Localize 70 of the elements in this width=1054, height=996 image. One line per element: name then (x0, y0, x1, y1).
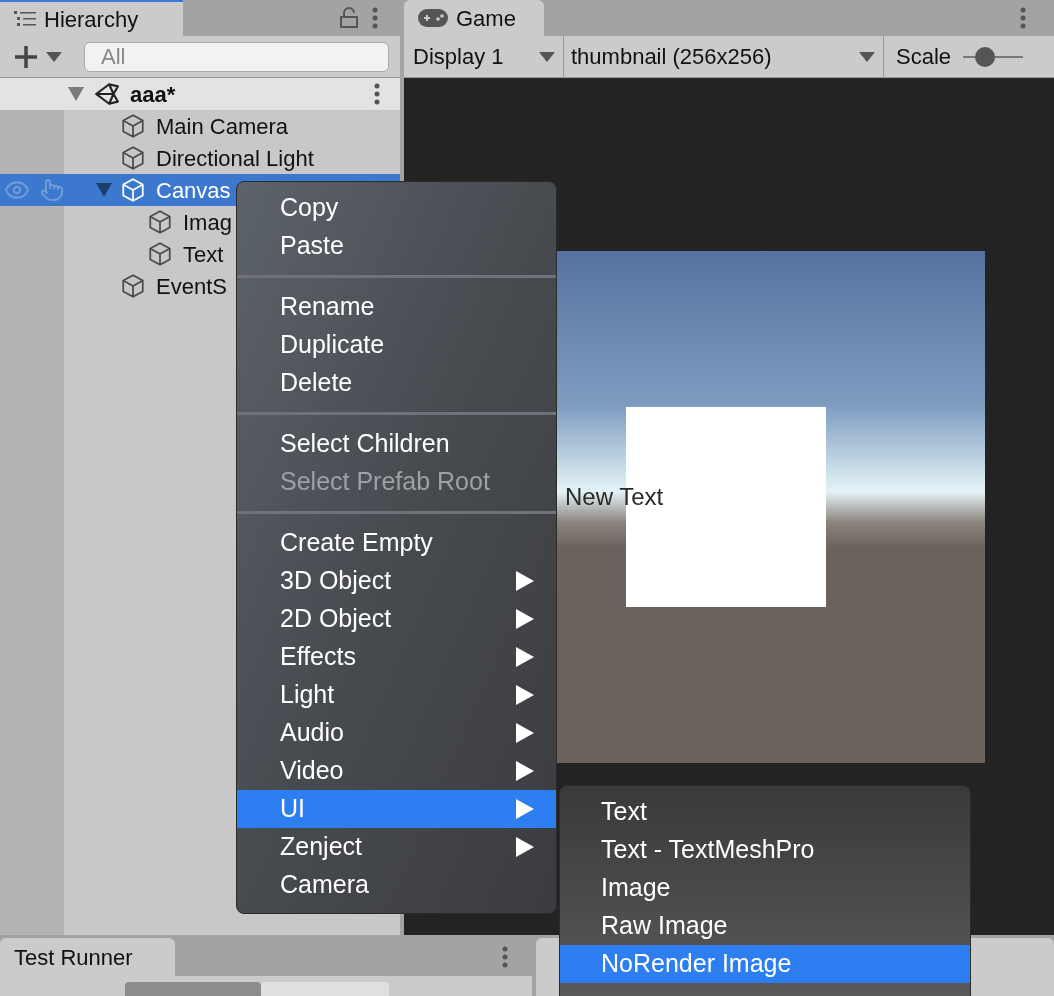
menu-item[interactable]: Paste (237, 227, 556, 265)
more-icon[interactable] (372, 7, 378, 29)
unity-logo-icon (94, 81, 120, 107)
cube-icon (120, 273, 146, 299)
hierarchy-item-label: Main Camera (156, 112, 289, 141)
plus-icon[interactable] (14, 44, 38, 69)
cube-icon (147, 209, 173, 235)
submenu-arrow-icon (516, 571, 534, 591)
menu-item[interactable]: Raw Image (560, 907, 970, 945)
submenu-arrow-icon (516, 761, 534, 781)
menu-item[interactable]: UI (237, 790, 556, 828)
cube-icon (120, 113, 146, 139)
display-dropdown[interactable]: Display 1 (404, 36, 564, 77)
gamepad-icon (418, 9, 448, 27)
hierarchy-tab[interactable]: Hierarchy (0, 0, 183, 36)
lock-icon[interactable] (340, 7, 358, 29)
expand-arrow-icon[interactable] (96, 183, 112, 197)
menu-item[interactable]: NoRender Image (560, 945, 970, 983)
hierarchy-item-label: EventS (156, 272, 227, 301)
hierarchy-row[interactable]: Main Camera (0, 110, 400, 142)
resolution-dropdown[interactable]: thumbnail (256x256) (564, 36, 884, 77)
menu-item[interactable]: Duplicate (237, 326, 556, 364)
menu-item[interactable]: Audio (237, 714, 556, 752)
cube-icon (147, 241, 173, 267)
submenu-arrow-icon (516, 837, 534, 857)
submenu-arrow-icon (516, 799, 534, 819)
cube-icon (120, 145, 146, 171)
scene-row[interactable]: aaa* (0, 78, 400, 110)
dropdown-caret-icon (46, 51, 62, 62)
toggle-button[interactable] (261, 982, 389, 996)
menu-item[interactable]: Text - TextMeshPro (560, 831, 970, 869)
hierarchy-row[interactable]: Directional Light (0, 142, 400, 174)
menu-item[interactable]: Create Empty (237, 524, 556, 562)
menu-item[interactable]: Rename (237, 288, 556, 326)
slider-thumb[interactable] (975, 46, 996, 67)
scene-name: aaa* (130, 80, 176, 109)
cube-icon (120, 177, 146, 203)
hierarchy-item-label: Directional Light (156, 144, 314, 173)
dropdown-caret-icon (539, 51, 555, 62)
dropdown-caret-icon (859, 51, 875, 62)
more-icon[interactable] (1020, 7, 1026, 29)
menu-item[interactable]: Text (560, 793, 970, 831)
menu-item[interactable]: Effects (237, 638, 556, 676)
hierarchy-item-label: Canvas (156, 176, 231, 205)
pick-hand-icon[interactable] (40, 178, 64, 202)
scale-label: Scale (896, 43, 952, 71)
hierarchy-item-label: Imag (183, 208, 232, 237)
menu-item[interactable]: Zenject (237, 828, 556, 866)
more-icon[interactable] (502, 946, 508, 968)
menu-item[interactable]: Image (560, 869, 970, 907)
hierarchy-item-label: Text (183, 240, 224, 269)
menu-item[interactable]: Camera (237, 866, 556, 904)
submenu-arrow-icon (516, 685, 534, 705)
test-runner-tab[interactable]: Test Runner (0, 938, 175, 976)
menu-item[interactable]: Light (237, 676, 556, 714)
menu-item[interactable]: 2D Object (237, 600, 556, 638)
list-icon (14, 10, 36, 28)
menu-item[interactable]: Video (237, 752, 556, 790)
submenu-arrow-icon (516, 609, 534, 629)
game-tab[interactable]: Game (404, 0, 544, 36)
game-overlay-text: New Text (565, 481, 664, 512)
toggle-button[interactable] (125, 982, 261, 996)
scale-slider[interactable] (963, 45, 1024, 68)
menu-item[interactable]: 3D Object (237, 562, 556, 600)
submenu-arrow-icon (516, 723, 534, 743)
submenu-arrow-icon (516, 647, 534, 667)
menu-item[interactable]: Select Children (237, 425, 556, 463)
menu-item[interactable]: Delete (237, 364, 556, 402)
scene-menu-icon[interactable] (374, 83, 380, 105)
expand-arrow-icon[interactable] (68, 87, 84, 101)
